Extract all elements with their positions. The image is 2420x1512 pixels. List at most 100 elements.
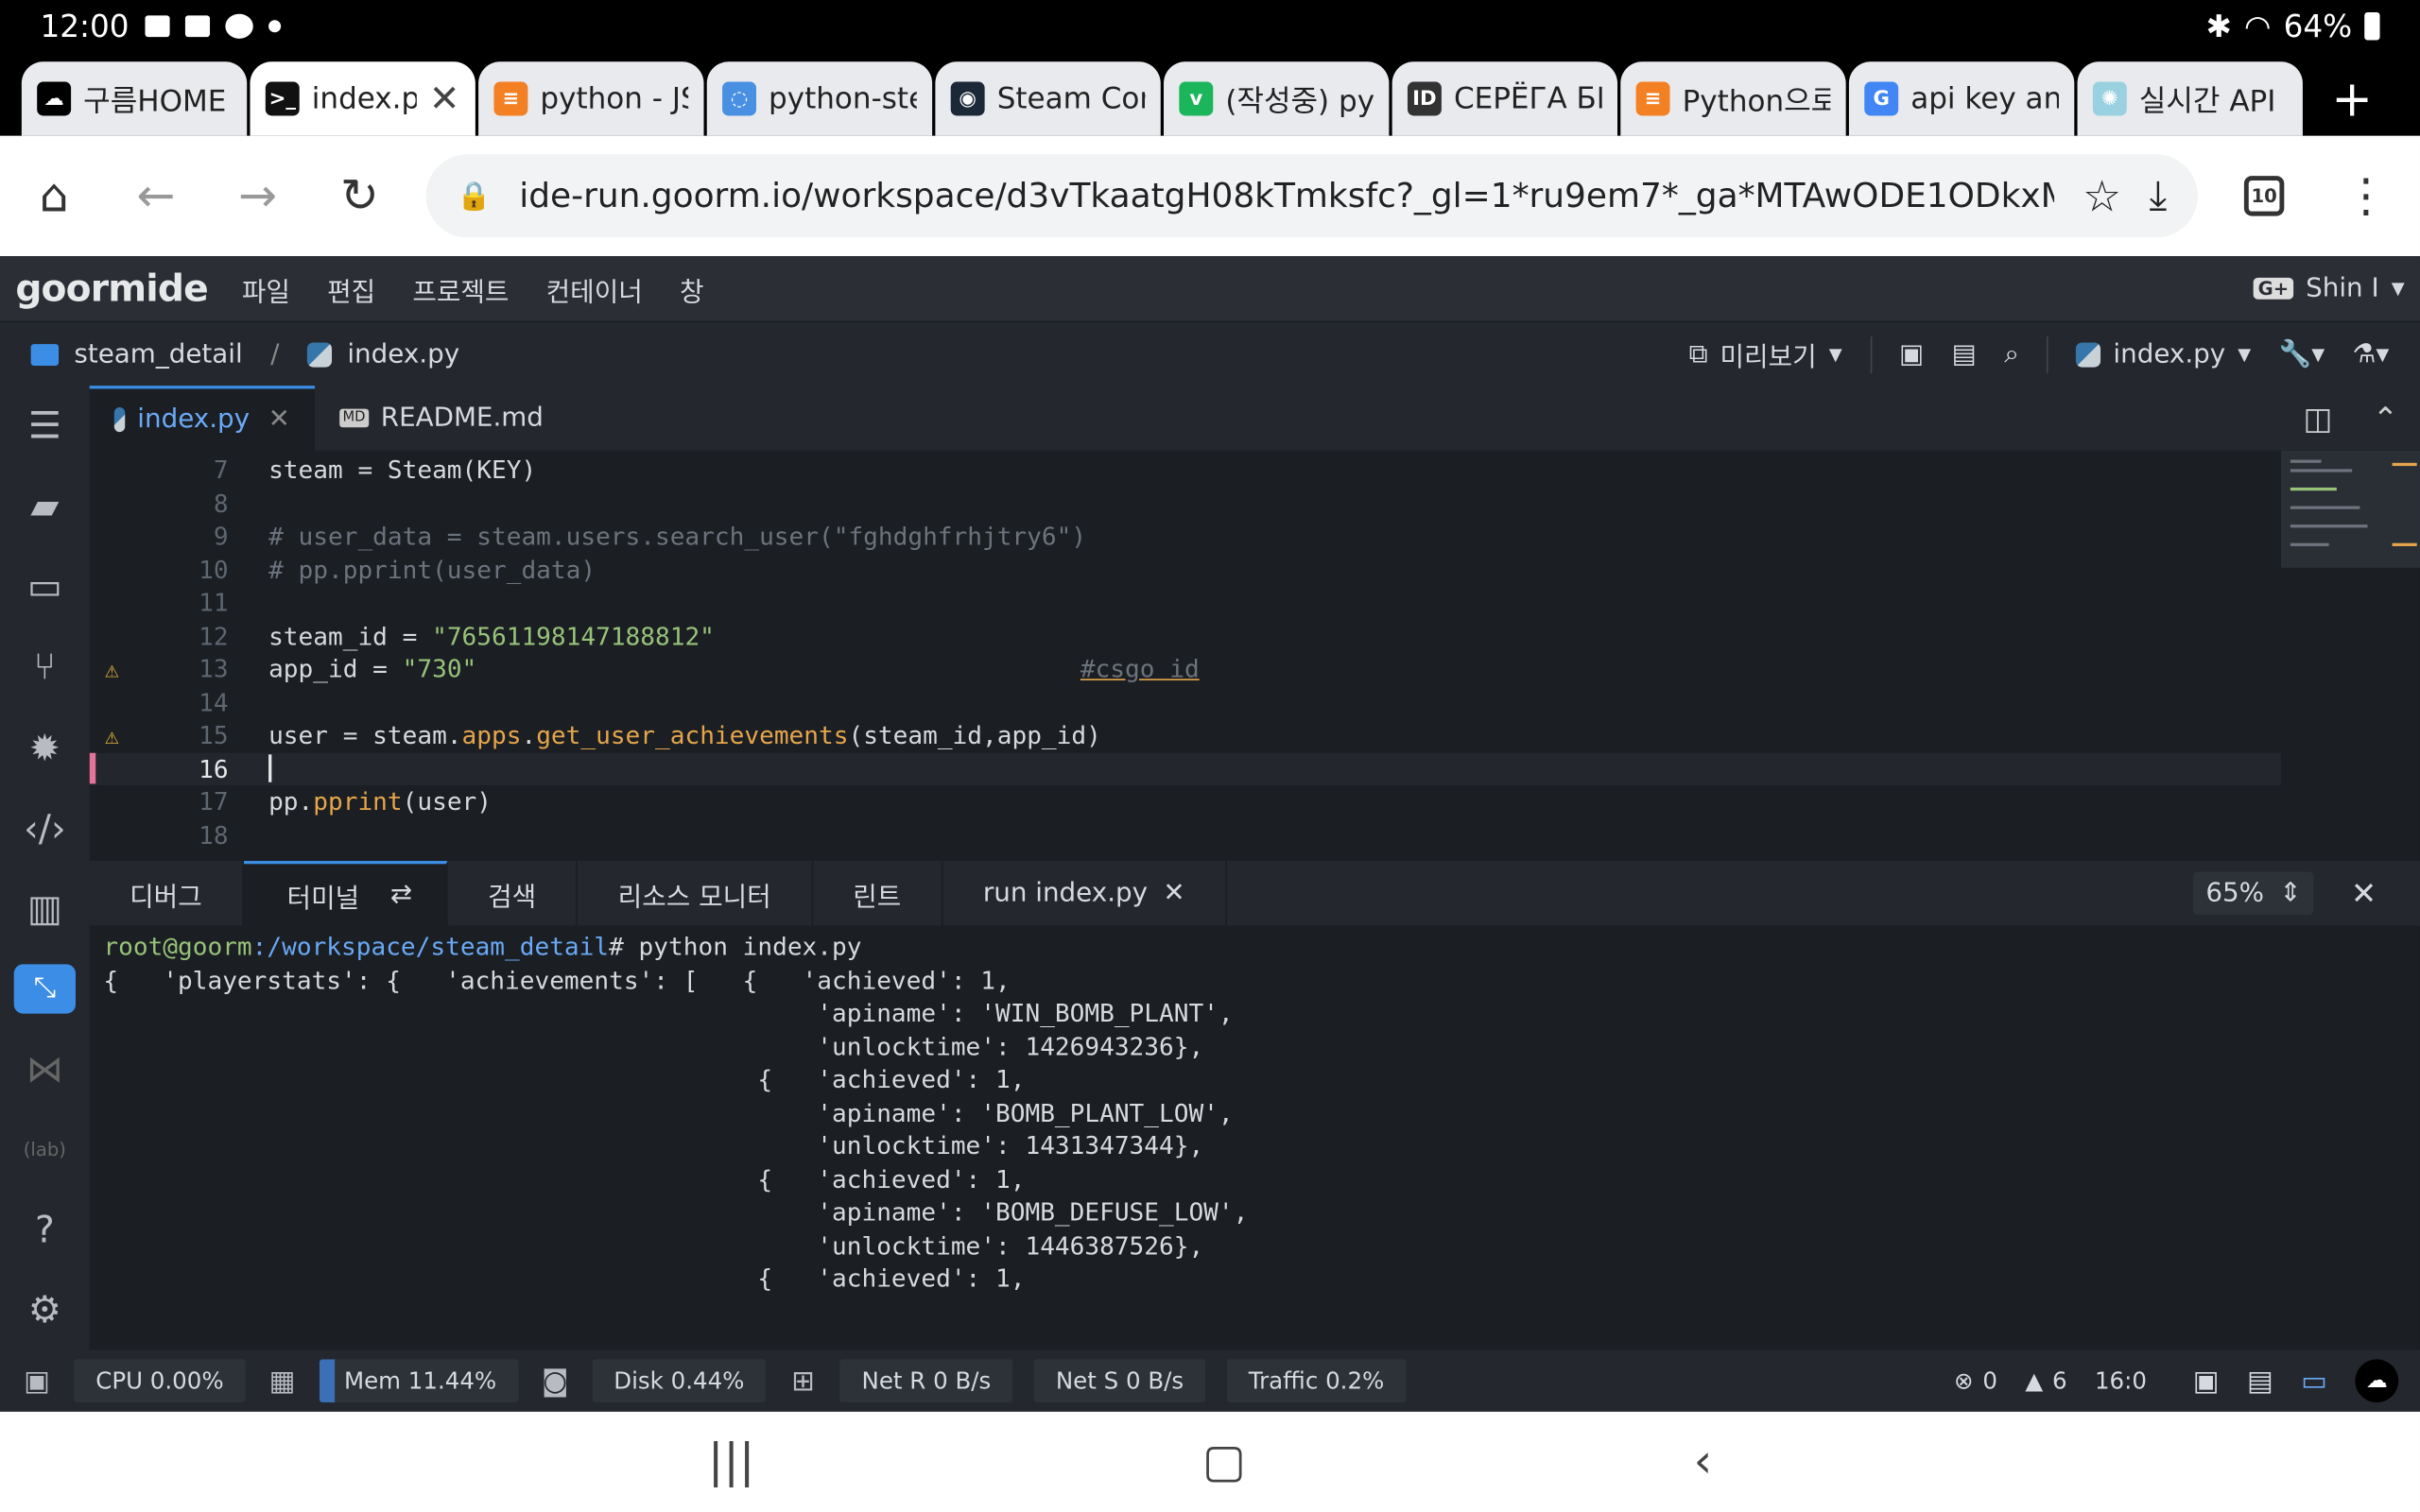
panel-zoom-select[interactable]: 65% ⇕	[2193, 871, 2314, 916]
browser-tab[interactable]: ◉ Steam Con	[935, 61, 1161, 136]
save-icon[interactable]: ▣	[1899, 338, 1924, 369]
tab-run-index[interactable]: run index.py ✕	[942, 861, 1227, 926]
build-tools-icon[interactable]: 🔧▾	[2279, 338, 2325, 369]
collapse-icon[interactable]: ⌃	[2373, 400, 2398, 437]
battery-percent: 64%	[2283, 8, 2353, 45]
close-panel-icon[interactable]: ✕	[2351, 875, 2377, 912]
browser-tab[interactable]: Gapi key and	[1848, 61, 2075, 136]
chat-icon[interactable]: ▤	[2247, 1365, 2273, 1397]
expand-icon[interactable]: ⤡	[13, 964, 76, 1013]
code-line[interactable]: 8	[90, 487, 2281, 520]
browser-tab[interactable]: >_ index.p ✕	[250, 61, 475, 136]
browser-tab[interactable]: ☁ 구름HOME	[21, 61, 248, 136]
search-icon[interactable]: ⌕	[2004, 338, 2019, 369]
preview-button[interactable]: ⧉ 미리보기 ▾	[1689, 335, 1842, 373]
recent-apps-icon[interactable]: |||	[708, 1435, 755, 1488]
home-nav-icon[interactable]: ▢	[1202, 1435, 1246, 1488]
chevron-down-icon: ▾	[1828, 338, 1842, 370]
close-icon[interactable]: ✕	[1163, 878, 1184, 909]
close-tab-icon[interactable]: ✕	[429, 77, 460, 121]
new-tab-button[interactable]: +	[2306, 61, 2398, 135]
browser-tab-title: python - JS	[540, 81, 689, 116]
warning-icon[interactable]: ⚠	[105, 655, 119, 682]
menu-edit[interactable]: 편집	[327, 269, 375, 308]
error-count[interactable]: ⊗ 0	[1954, 1367, 1997, 1395]
code-editor[interactable]: 7 steam = Steam(KEY) 8 9 # user_data = steam…	[89, 450, 2420, 862]
terminal-output[interactable]: root@goorm:/workspace/steam_detail# pyth…	[89, 925, 2420, 1350]
settings-gear-icon[interactable]: ⚙	[0, 1269, 90, 1349]
download-icon[interactable]: ⤓	[2149, 172, 2167, 220]
tab-readme[interactable]: MD README.md	[315, 386, 583, 451]
browser-tab-title: СЕРЁГА БИ	[1453, 81, 1602, 116]
warning-icon[interactable]: ⚠	[105, 722, 119, 749]
code-line[interactable]: 14	[90, 686, 2281, 719]
browser-tab[interactable]: v (작성중) pyt	[1164, 61, 1390, 136]
tab-switcher-button[interactable]: 10	[2229, 161, 2300, 232]
home-icon[interactable]: ⌂	[19, 161, 90, 232]
project-icon[interactable]: ▰	[0, 466, 90, 546]
breadcrumb-project[interactable]: steam_detail	[74, 338, 242, 369]
code-line[interactable]: 15 ⚠ user = steam.apps.get_user_achievemen…	[90, 719, 2281, 752]
code-text: # pp.pprint(user_data)	[268, 555, 596, 585]
help-icon[interactable]: ?	[0, 1189, 90, 1269]
spinner-icon: ⇕	[2279, 877, 2302, 909]
mem-usage: Mem 11.44%	[319, 1359, 519, 1403]
inline-comment: #csgo id	[1080, 654, 1200, 684]
code-line[interactable]: 16	[89, 751, 2282, 786]
user-name: Shin I	[2306, 272, 2379, 304]
outline-icon[interactable]: ▭	[0, 546, 90, 627]
code-line[interactable]: 18	[90, 818, 2281, 851]
code-line[interactable]: 13 ⚠ app_id = "730" #csgo id	[90, 653, 2281, 686]
more-menu-icon[interactable]: ⋮	[2330, 161, 2401, 232]
git-icon[interactable]: ⑂	[0, 627, 90, 707]
address-bar[interactable]: 🔒 ide-run.goorm.io/workspace/d3vTkaatgH0…	[425, 154, 2198, 238]
debug-bug-icon[interactable]: ✹	[0, 708, 90, 788]
run-target-select[interactable]: index.py ▾	[2076, 338, 2251, 369]
reload-icon[interactable]: ↻	[324, 161, 395, 232]
tab-resource-monitor[interactable]: 리소스 모니터	[578, 861, 813, 926]
tab-terminal[interactable]: 터미널 ⇄	[243, 861, 448, 926]
close-icon[interactable]: ✕	[268, 404, 290, 436]
browser-tab[interactable]: ≡ Python으로	[1620, 61, 1846, 136]
split-editor-icon[interactable]: ◫	[2303, 400, 2332, 437]
save-all-icon[interactable]: ▤	[1952, 338, 1977, 369]
lab-icon[interactable]: (lab)	[0, 1108, 90, 1189]
minimap[interactable]	[2281, 450, 2420, 568]
back-icon[interactable]: ←	[120, 161, 191, 232]
browser-tab[interactable]: ID СЕРЁГА БИ	[1392, 61, 1618, 136]
menu-window[interactable]: 창	[680, 269, 704, 308]
browser-tab[interactable]: ◌ python-stea	[706, 61, 933, 136]
menu-file[interactable]: 파일	[242, 269, 290, 308]
bookmark-star-icon[interactable]: ☆	[2083, 170, 2121, 221]
code-line[interactable]: 11	[90, 586, 2281, 619]
tab-index-py[interactable]: index.py ✕	[89, 386, 316, 451]
user-menu[interactable]: G+ Shin I ▾	[2253, 272, 2405, 304]
code-line[interactable]: 10 # pp.pprint(user_data)	[90, 553, 2281, 586]
code-line[interactable]: 17 pp.pprint(user)	[90, 785, 2281, 818]
vscode-icon[interactable]: ⋈	[0, 1028, 90, 1108]
code-line[interactable]: 12 steam_id = "76561198147188812"	[90, 620, 2281, 653]
tab-debugger[interactable]: 디버그	[90, 861, 244, 926]
tab-search[interactable]: 검색	[448, 861, 579, 926]
url-text[interactable]: ide-run.goorm.io/workspace/d3vTkaatgH08k…	[519, 177, 2054, 215]
menu-container[interactable]: 컨테이너	[546, 269, 643, 308]
android-status-bar: 12:00 ✱ ◠ 64%	[0, 0, 2420, 53]
library-icon[interactable]: ▥	[0, 868, 90, 949]
code-line[interactable]: 9 # user_data = steam.users.search_user("…	[90, 520, 2281, 553]
test-flask-icon[interactable]: ⚗▾	[2353, 338, 2390, 369]
warning-count[interactable]: ▲ 6	[2025, 1367, 2066, 1395]
layout-icon[interactable]: ▣	[2193, 1365, 2220, 1397]
browser-tab[interactable]: ✺ 실시간 API	[2077, 61, 2303, 136]
tab-lint[interactable]: 린트	[813, 861, 943, 926]
breadcrumb-file[interactable]: index.py	[347, 338, 459, 369]
terminal-toggle-icon[interactable]: ▭	[2301, 1365, 2327, 1397]
code-line[interactable]: 7 steam = Steam(KEY)	[90, 454, 2281, 487]
cloud-sync-icon[interactable]: ☁	[2355, 1359, 2399, 1403]
refresh-icon[interactable]: ⇄	[390, 880, 412, 911]
forward-icon[interactable]: →	[222, 161, 293, 232]
hamburger-menu-icon[interactable]: ☰	[0, 386, 90, 466]
menu-project[interactable]: 프로젝트	[412, 269, 509, 308]
browser-tab[interactable]: ≡ python - JS	[478, 61, 704, 136]
back-nav-icon[interactable]: ‹	[1694, 1435, 1713, 1488]
code-icon[interactable]: ‹/›	[0, 788, 90, 868]
